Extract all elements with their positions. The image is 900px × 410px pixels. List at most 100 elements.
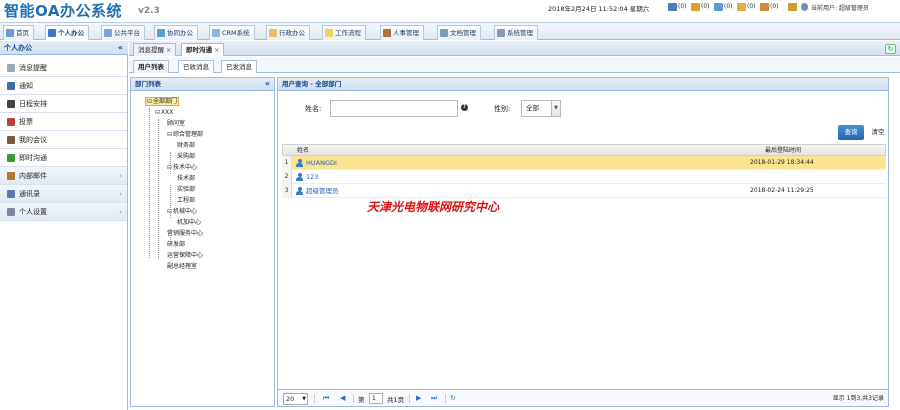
- tab-instant-chat[interactable]: 即时沟通 ×: [181, 43, 225, 56]
- refresh-icon[interactable]: ↻: [885, 44, 896, 54]
- sidebar-item-schedule[interactable]: 日程安排: [0, 95, 127, 113]
- tree-node[interactable]: ⊟机械中心: [167, 207, 197, 216]
- collapse-left-icon[interactable]: «: [265, 78, 270, 90]
- tree-node[interactable]: 营销服务中心: [167, 229, 203, 238]
- nav-tab-system[interactable]: 系统管理: [494, 25, 538, 40]
- lock-icon[interactable]: [788, 3, 797, 11]
- content-tabs: 消息提醒 × 即时沟通 × ↻: [129, 41, 900, 56]
- tab-received-messages[interactable]: 已收消息: [178, 60, 214, 73]
- sidebar-item-label: 内部邮件: [19, 171, 47, 180]
- chat-icon: [7, 153, 15, 162]
- sidebar-title: 个人办公: [4, 44, 32, 52]
- name-input[interactable]: [330, 100, 458, 117]
- tree-node[interactable]: 研发部: [167, 240, 185, 249]
- pager-info: 显示 1到3,共3记录: [832, 395, 884, 402]
- nav-tab-hr[interactable]: 人事管理: [380, 25, 424, 40]
- clear-button[interactable]: 清空: [867, 125, 889, 140]
- nav-tab-label: 文档管理: [450, 29, 476, 37]
- table-row[interactable]: 1 HUANGDI 2018-01-29 18:34:44: [282, 156, 886, 170]
- tree-node[interactable]: 实验部: [177, 185, 195, 194]
- message-icon[interactable]: [714, 3, 723, 11]
- tree-node[interactable]: ⊟XXX: [155, 108, 173, 117]
- search-button[interactable]: 查询: [838, 125, 864, 140]
- tree-node[interactable]: 采购部: [177, 152, 195, 161]
- nav-tab-public-platform[interactable]: 公共平台: [101, 25, 145, 40]
- tree-node[interactable]: 顾问室: [167, 119, 185, 128]
- user-group-icon[interactable]: [668, 3, 677, 11]
- bell-icon: [7, 63, 15, 72]
- nav-tab-documents[interactable]: 文档管理: [437, 25, 481, 40]
- note-count: (0): [747, 3, 756, 10]
- page-number-input[interactable]: 1: [369, 393, 383, 404]
- first-page-icon[interactable]: ⏮: [323, 393, 329, 404]
- refresh-icon[interactable]: ↻: [450, 393, 456, 404]
- hr-icon: [383, 29, 391, 37]
- tree-node[interactable]: 技术部: [177, 174, 195, 183]
- sidebar-item-internal-mail[interactable]: 内部邮件 ›: [0, 167, 127, 185]
- current-user[interactable]: 当前用户: 超级管理员: [811, 3, 869, 12]
- user-group-count: (0): [678, 3, 687, 10]
- tree-node[interactable]: 副总经理室: [167, 262, 197, 271]
- tree-node-label: 研发部: [167, 241, 186, 248]
- tree-expand-icon[interactable]: ⊟: [155, 109, 160, 116]
- user-name-link[interactable]: 超级管理员: [296, 184, 339, 198]
- tree-node[interactable]: ⊟全部部门: [145, 97, 180, 106]
- tab-user-list[interactable]: 用户列表: [133, 60, 169, 73]
- tree-node[interactable]: ⊟综合管理部: [167, 130, 203, 139]
- sidebar-item-reminders[interactable]: 消息提醒: [0, 59, 127, 77]
- tree-node-label: 综合管理部: [173, 131, 204, 138]
- page-size-select[interactable]: 20 ▼: [283, 393, 308, 405]
- sidebar-item-contacts[interactable]: 通讯录 ›: [0, 185, 127, 203]
- tree-node-label: 财务部: [177, 142, 196, 149]
- column-header-last-login[interactable]: 最后登陆时间: [765, 145, 801, 156]
- sidebar-item-instant-chat[interactable]: 即时沟通: [0, 149, 127, 167]
- nav-tab-home[interactable]: 首页: [3, 25, 34, 40]
- name-label: 姓名:: [305, 105, 322, 113]
- table-row[interactable]: 3 超级管理员 2018-02-24 11:29:25: [282, 184, 886, 198]
- column-header-name[interactable]: 姓名: [297, 145, 309, 156]
- nav-tab-collaboration[interactable]: 协同办公: [154, 25, 198, 40]
- nav-tab-workflow[interactable]: 工作流程: [322, 25, 366, 40]
- user-name: HUANGDI: [306, 159, 337, 167]
- mail-icon[interactable]: [691, 3, 700, 11]
- sidebar-item-personal-settings[interactable]: 个人设置 ›: [0, 203, 127, 221]
- tree-node[interactable]: 运营保障中心: [167, 251, 203, 260]
- sidebar-item-label: 日程安排: [19, 99, 47, 108]
- user-name-link[interactable]: HUANGDI: [296, 156, 337, 170]
- sidebar-item-vote[interactable]: 投票: [0, 113, 127, 131]
- next-page-icon[interactable]: ▶: [416, 393, 421, 404]
- gender-select[interactable]: 全部 ▼: [521, 100, 561, 117]
- sidebar-item-meetings[interactable]: 我的会议: [0, 131, 127, 149]
- close-icon[interactable]: ×: [166, 46, 171, 54]
- gender-label: 性别:: [494, 105, 511, 113]
- help-icon[interactable]: ?: [461, 104, 468, 111]
- nav-tab-personal-office[interactable]: 个人办公: [45, 25, 89, 40]
- prev-page-icon[interactable]: ◀: [340, 393, 345, 404]
- nav-tab-crm[interactable]: CRM系统: [209, 25, 255, 40]
- divider: [314, 394, 315, 403]
- nav-tab-label: 行政办公: [279, 29, 305, 37]
- close-icon[interactable]: ×: [214, 46, 219, 54]
- note-icon[interactable]: [737, 3, 746, 11]
- tab-sent-messages[interactable]: 已发消息: [221, 60, 257, 73]
- nav-tab-admin-office[interactable]: 行政办公: [266, 25, 310, 40]
- query-panel-title: 用户查询 - 全部部门: [278, 78, 888, 91]
- collapse-left-icon[interactable]: «: [118, 41, 123, 55]
- chat-icon[interactable]: [760, 3, 769, 11]
- tree-node[interactable]: 工程部: [177, 196, 195, 205]
- user-name-link[interactable]: 123: [296, 170, 318, 184]
- tab-reminders[interactable]: 消息提醒 ×: [133, 43, 177, 56]
- user-icon: [801, 3, 808, 11]
- page-prefix: 第: [358, 396, 365, 404]
- last-page-icon[interactable]: ⏭: [431, 393, 437, 404]
- tree-node-label: 技术中心: [173, 164, 198, 171]
- table-row[interactable]: 2 123: [282, 170, 886, 184]
- tree-expand-icon[interactable]: ⊟: [147, 98, 152, 105]
- sidebar-item-notice[interactable]: 通知: [0, 77, 127, 95]
- user-query-panel: 用户查询 - 全部部门 姓名: ? 性别: 全部 ▼ 查询 清空 姓名 最后登陆…: [277, 77, 889, 407]
- tree-expand-icon[interactable]: ⊟: [167, 131, 172, 138]
- tree-node[interactable]: 财务部: [177, 141, 195, 150]
- chevron-down-icon[interactable]: ▼: [551, 101, 560, 116]
- tree-node[interactable]: ⊟技术中心: [167, 163, 197, 172]
- tree-node[interactable]: 机加中心: [177, 218, 201, 227]
